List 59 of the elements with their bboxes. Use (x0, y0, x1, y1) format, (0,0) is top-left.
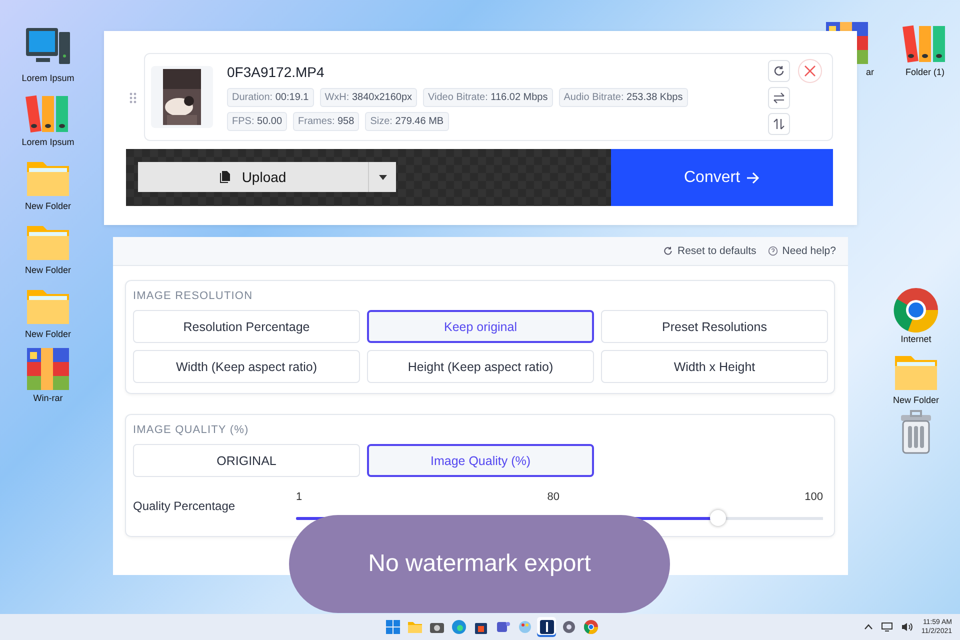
section-title: IMAGE QUALITY (%) (133, 424, 250, 436)
file-icon (220, 171, 230, 183)
start-icon[interactable] (383, 617, 402, 637)
option-button[interactable]: Width x Height (601, 350, 828, 383)
caret-icon (378, 174, 386, 180)
option-button[interactable]: Width (Keep aspect ratio) (133, 350, 360, 383)
option-button[interactable]: Preset Resolutions (601, 310, 828, 343)
sort-button[interactable] (768, 113, 790, 135)
app-icon[interactable] (537, 617, 556, 637)
tick-label: 80 (547, 491, 560, 503)
option-button[interactable]: Keep original (367, 310, 594, 343)
close-button[interactable] (798, 59, 822, 83)
convert-button[interactable]: Convert (611, 149, 833, 206)
close-icon (804, 65, 816, 77)
metadata-tag: Duration: 00:19.1 (227, 88, 314, 106)
chevron-up-icon[interactable] (864, 624, 874, 630)
option-button[interactable]: Image Quality (%) (367, 444, 594, 477)
metadata-tag: FPS: 50.00 (227, 112, 288, 130)
metadata-tag: Audio Bitrate: 253.38 Kbps (558, 88, 688, 106)
section-title: IMAGE RESOLUTION (133, 290, 254, 302)
icon-label: ar (866, 67, 874, 77)
metadata-tag: WxH: 3840x2160px (320, 88, 418, 106)
icon-label: New Folder (892, 395, 939, 405)
option-button[interactable]: ORIGINAL (133, 444, 360, 477)
sort-arrows-icon (773, 118, 785, 130)
slider-thumb[interactable] (710, 510, 726, 526)
swap-button[interactable] (768, 87, 790, 109)
icon-label: Internet (900, 334, 932, 344)
icon-label: Lorem Ipsum (22, 73, 74, 83)
reset-link[interactable]: Reset to defaults (663, 245, 756, 257)
help-icon (768, 246, 778, 256)
option-button[interactable]: Resolution Percentage (133, 310, 360, 343)
help-link[interactable]: Need help? (768, 245, 836, 257)
metadata-tag: Video Bitrate: 116.02 Mbps (423, 88, 553, 106)
network-icon[interactable] (881, 622, 894, 632)
dropdown-button[interactable] (368, 162, 396, 192)
option-button[interactable]: Height (Keep aspect ratio) (367, 350, 594, 383)
swap-arrows-icon (773, 92, 785, 104)
volume-icon[interactable] (901, 622, 914, 632)
icon-label: New Folder (24, 201, 71, 211)
caption-toast: No watermark export (289, 515, 670, 613)
tick-label: 1 (296, 491, 302, 503)
icon-label: Win-rar (33, 393, 63, 403)
file-name: 0F3A9172.MP4 (227, 64, 326, 80)
icon-label: Lorem Ipsum (22, 137, 74, 147)
archive-icon[interactable] (25, 346, 71, 392)
drag-handle-icon[interactable] (129, 92, 137, 104)
refresh-button[interactable] (768, 60, 790, 82)
icon-label: New Folder (24, 329, 71, 339)
upload-button[interactable]: Upload (138, 162, 368, 192)
icon-label: Folder (1) (905, 67, 944, 77)
tick-label: 100 (804, 491, 823, 503)
arrow-right-icon (746, 170, 760, 184)
icon-label: New Folder (24, 265, 71, 275)
metadata-tag: Size: 279.46 MB (365, 112, 449, 130)
refresh-icon (663, 246, 674, 256)
metadata-tag: Frames: 958 (293, 112, 360, 130)
slider-label: Quality Percentage (133, 498, 236, 512)
refresh-icon (773, 65, 785, 77)
